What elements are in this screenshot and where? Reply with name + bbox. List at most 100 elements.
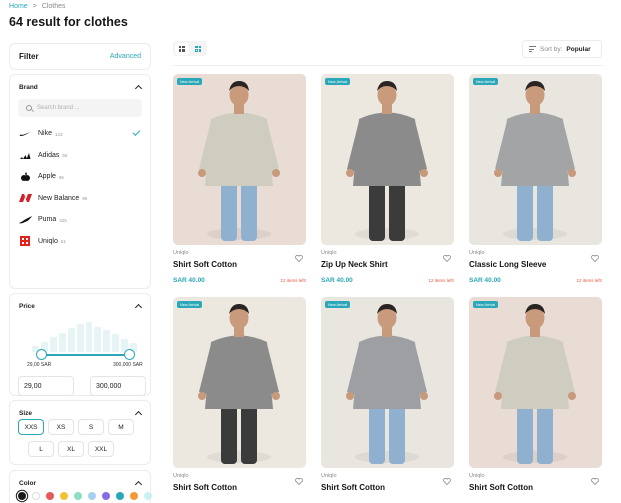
color-swatch[interactable] — [144, 492, 152, 500]
new-arrival-badge: New Arrival — [177, 78, 203, 85]
color-swatch[interactable] — [116, 492, 124, 500]
size-option-xxl[interactable]: XXL — [88, 441, 114, 457]
price-min-handle[interactable] — [36, 349, 47, 360]
brand-item-nike[interactable]: Nike 123 — [10, 123, 150, 145]
size-option-xl[interactable]: XL — [58, 441, 84, 457]
product-image[interactable]: New Arrival — [321, 297, 454, 468]
size-section-title: Size — [19, 409, 33, 417]
breadcrumb-current: Clothes — [41, 3, 66, 10]
product-name[interactable]: Shirt Soft Cotton — [469, 483, 533, 492]
brand-item-new-balance[interactable]: New Balance 99 — [10, 188, 150, 210]
brand-search-placeholder: Search brand ... — [37, 105, 80, 111]
brand-item-apple[interactable]: Apple 65 — [10, 166, 150, 188]
price-max-label: 300,000 SAR — [113, 362, 143, 368]
size-option-s[interactable]: S — [78, 419, 104, 435]
brand-item-adidas[interactable]: Adidas 55 — [10, 145, 150, 167]
heart-icon[interactable] — [295, 472, 303, 486]
product-brand: Uniqlo — [321, 250, 337, 256]
product-image[interactable]: New Arrival — [321, 74, 454, 245]
stock-warning: 12 items left! — [280, 278, 306, 283]
apple-logo-icon — [18, 172, 32, 182]
product-image[interactable]: New Arrival — [469, 297, 602, 468]
heart-icon[interactable] — [295, 249, 303, 263]
size-option-xxs[interactable]: XXS — [18, 419, 44, 435]
color-swatch[interactable] — [18, 492, 26, 500]
price-histogram — [32, 322, 138, 352]
price-max-handle[interactable] — [124, 349, 135, 360]
product-price: SAR 40.00 — [469, 277, 501, 284]
size-option-l[interactable]: L — [28, 441, 54, 457]
check-icon — [132, 128, 141, 136]
brand-filter-section: Brand Search brand ... Nike 123 Adidas 55 Ap… — [9, 74, 151, 289]
product-card[interactable]: New Arrival Uniqlo Classic Long Sleeve SAR … — [469, 74, 602, 284]
brand-count: 65 — [58, 174, 64, 180]
color-swatch[interactable] — [74, 492, 82, 500]
chevron-up-icon[interactable] — [134, 480, 143, 489]
chevron-up-icon[interactable] — [134, 410, 143, 419]
product-name[interactable]: Classic Long Sleeve — [469, 260, 546, 269]
product-brand: Uniqlo — [469, 250, 485, 256]
advanced-filter-link[interactable]: Advanced — [110, 53, 141, 60]
brand-count: 325 — [59, 217, 67, 223]
sort-dropdown[interactable]: Sort by: Popular — [522, 40, 602, 58]
color-swatches — [18, 492, 152, 500]
brand-item-uniqlo[interactable]: Uniqlo 51 — [10, 231, 150, 253]
color-swatch[interactable] — [102, 492, 110, 500]
heart-icon[interactable] — [443, 472, 451, 486]
heart-icon[interactable] — [591, 249, 599, 263]
view-toggle — [173, 41, 207, 56]
product-card[interactable]: New Arrival Uniqlo Shirt Soft Cotton — [321, 297, 454, 503]
product-brand: Uniqlo — [469, 473, 485, 479]
heart-icon[interactable] — [443, 249, 451, 263]
breadcrumb-home-link[interactable]: Home — [9, 3, 28, 10]
size-filter-section: Size XXS XS S M L XL XXL — [9, 400, 151, 465]
size-option-m[interactable]: M — [108, 419, 134, 435]
color-swatch[interactable] — [60, 492, 68, 500]
grid-view-button[interactable] — [174, 42, 189, 55]
brand-list: Nike 123 Adidas 55 Apple 65 New Balance 99 Puma 3… — [10, 123, 150, 252]
brand-count: 123 — [55, 131, 63, 137]
color-swatch[interactable] — [130, 492, 138, 500]
brand-name: Adidas — [38, 151, 60, 159]
brand-name: Apple — [38, 173, 56, 181]
brand-section-header[interactable]: Brand — [10, 75, 150, 99]
chevron-up-icon[interactable] — [134, 303, 143, 312]
new-arrival-badge: New Arrival — [325, 78, 351, 85]
product-image[interactable]: New Arrival — [173, 74, 306, 245]
product-name[interactable]: Shirt Soft Cotton — [173, 483, 237, 492]
product-card[interactable]: New Arrival Uniqlo Zip Up Neck Shirt SAR 40… — [321, 74, 454, 284]
brand-name: New Balance — [38, 194, 80, 202]
color-swatch[interactable] — [46, 492, 54, 500]
price-range-track[interactable] — [40, 354, 130, 356]
brand-name: Puma — [38, 216, 57, 224]
price-min-input[interactable]: 29,00 — [18, 376, 74, 396]
brand-search-input[interactable]: Search brand ... — [18, 99, 142, 117]
product-image[interactable]: New Arrival — [469, 74, 602, 245]
stock-warning: 12 items left! — [576, 278, 602, 283]
brand-item-puma[interactable]: Puma 325 — [10, 209, 150, 231]
product-card[interactable]: New Arrival Uniqlo Shirt Soft Cotton — [173, 297, 306, 503]
new-arrival-badge: New Arrival — [473, 301, 499, 308]
breadcrumb: Home > Clothes — [9, 3, 66, 10]
color-swatch[interactable] — [88, 492, 96, 500]
price-section-header[interactable]: Price — [10, 294, 150, 318]
new-arrival-badge: New Arrival — [177, 301, 203, 308]
size-option-xs[interactable]: XS — [48, 419, 74, 435]
product-brand: Uniqlo — [173, 250, 189, 256]
color-swatch[interactable] — [32, 492, 40, 500]
heart-icon[interactable] — [591, 472, 599, 486]
product-price: SAR 40.00 — [321, 277, 353, 284]
puma-logo-icon — [18, 215, 32, 225]
product-name[interactable]: Shirt Soft Cotton — [321, 483, 385, 492]
sort-value: Popular — [566, 45, 591, 53]
stock-warning: 12 items left! — [428, 278, 454, 283]
product-image[interactable]: New Arrival — [173, 297, 306, 468]
list-view-button[interactable] — [191, 43, 206, 55]
brand-name: Nike — [38, 130, 53, 138]
product-name[interactable]: Zip Up Neck Shirt — [321, 260, 388, 269]
product-name[interactable]: Shirt Soft Cotton — [173, 260, 237, 269]
product-card[interactable]: New Arrival Uniqlo Shirt Soft Cotton — [469, 297, 602, 503]
chevron-up-icon[interactable] — [134, 84, 143, 93]
product-card[interactable]: New Arrival Uniqlo Shirt Soft Cotton SAR 40… — [173, 74, 306, 284]
price-max-input[interactable]: 300,000 — [90, 376, 146, 396]
